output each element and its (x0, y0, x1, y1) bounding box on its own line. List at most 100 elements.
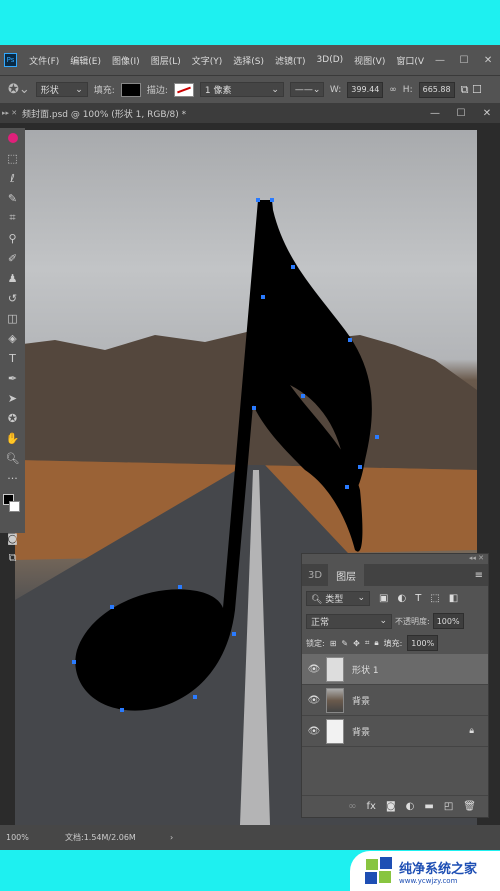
doc-minimize-icon[interactable]: — (422, 108, 448, 119)
filter-smart-icon[interactable]: ◧ (449, 593, 458, 604)
filter-type-icon[interactable]: T (415, 593, 421, 604)
eraser-tool-icon[interactable]: ◫ (0, 308, 25, 328)
quick-select-tool-icon[interactable]: ✎ (0, 188, 25, 208)
lock-move-icon[interactable]: ✥ (353, 639, 360, 648)
path-ops-icon[interactable]: ⧉ ☐ (461, 83, 482, 97)
layer-thumbnail (326, 687, 344, 713)
opacity-label: 不透明度: (395, 616, 430, 626)
doc-close-icon[interactable]: ✕ (474, 108, 500, 119)
move-tool-icon[interactable] (0, 128, 25, 148)
menu-type[interactable]: 文字(Y) (192, 54, 223, 67)
layer-row-shape[interactable]: 👁︎ 形状 1 (302, 654, 488, 685)
lock-transparent-icon[interactable]: ⊞ (330, 639, 337, 648)
menu-layer[interactable]: 图层(L) (151, 54, 181, 67)
fx-icon[interactable]: fx (367, 801, 376, 812)
eyedropper-tool-icon[interactable]: ⚲ (0, 228, 25, 248)
lock-icon: 🔒︎ (469, 726, 474, 736)
filter-adjust-icon[interactable]: ◐ (397, 593, 406, 604)
stroke-label: 描边: (146, 86, 168, 96)
crop-tool-icon[interactable]: ⌗ (0, 208, 25, 228)
layer-name: 背景 (352, 696, 371, 707)
close-icon[interactable]: ✕ (476, 55, 500, 66)
collapse-icon[interactable]: ▸▸ ✕ (0, 109, 22, 117)
brush-tool-icon[interactable]: ✐ (0, 248, 25, 268)
quick-mask-icon[interactable]: ◙ (0, 528, 25, 548)
tab-3d[interactable]: 3D (302, 570, 328, 581)
lock-paint-icon[interactable]: ✎ (341, 639, 348, 648)
zoom-tool-icon[interactable]: 🔍︎ (0, 448, 25, 468)
blend-mode-select[interactable]: 正常 ⌄ (306, 613, 392, 629)
stamp-tool-icon[interactable]: ♟ (0, 268, 25, 288)
eye-icon[interactable]: 👁︎ (302, 695, 326, 706)
layer-name: 形状 1 (352, 665, 379, 676)
menu-image[interactable]: 图像(I) (112, 54, 140, 67)
custom-shape-tool-icon[interactable]: ✪⌄ (8, 82, 30, 97)
color-swatches-icon[interactable] (0, 488, 25, 528)
filter-shape-icon[interactable]: ⬚ (430, 593, 439, 604)
tools-panel: ⬚ ℓ ✎ ⌗ ⚲ ✐ ♟ ↺ ◫ ◈ T ✒ ➤ ✪ ✋ 🔍︎ ··· ◙ ⧉ (0, 128, 25, 564)
hand-tool-icon[interactable]: ✋ (0, 428, 25, 448)
delete-icon[interactable]: 🗑︎ (463, 801, 476, 812)
link-icon[interactable]: ∞ (389, 85, 397, 95)
new-layer-icon[interactable]: ◰ (444, 801, 453, 812)
lasso-tool-icon[interactable]: ℓ (0, 168, 25, 188)
opacity-input[interactable]: 100% (432, 613, 464, 629)
pen-tool-icon[interactable]: ✒ (0, 368, 25, 388)
height-input[interactable]: 665.88 (418, 81, 455, 98)
gradient-tool-icon[interactable]: ◈ (0, 328, 25, 348)
minimize-icon[interactable]: — (428, 55, 452, 66)
menu-view[interactable]: 视图(V) (354, 54, 385, 67)
filter-pixel-icon[interactable]: ▣ (379, 593, 388, 604)
marquee-tool-icon[interactable]: ⬚ (0, 148, 25, 168)
layers-panel: ◂◂ ✕ 3D 图层 ≡ 🔍︎ 类型 ⌄ ▣ ◐ T ⬚ ◧ 正常 ⌄ 不透明度: 100%… (301, 553, 489, 818)
type-tool-icon[interactable]: T (0, 348, 25, 368)
layer-row-background[interactable]: 👁︎ 背景 🔒︎ (302, 716, 488, 747)
menu-3d[interactable]: 3D(D) (317, 55, 344, 65)
doc-maximize-icon[interactable]: ☐ (448, 108, 474, 119)
status-bar: 100% 文档:1.54M/2.06M › (0, 825, 500, 850)
menu-filter[interactable]: 滤镜(T) (275, 54, 306, 67)
layer-row-photo[interactable]: 👁︎ 背景 (302, 685, 488, 716)
menu-window[interactable]: 窗口(V (396, 54, 424, 67)
watermark-logo-icon (365, 857, 392, 884)
stroke-type-select[interactable]: —— ⌄ (289, 82, 324, 97)
lock-all-icon[interactable]: 🔒︎ (374, 638, 378, 648)
eye-icon[interactable]: 👁︎ (302, 726, 326, 737)
document-tab-bar: ▸▸ ✕ 频封面.psd @ 100% (形状 1, RGB/8) * — ☐ … (0, 103, 500, 123)
fill-label-panel: 填充: (383, 638, 403, 648)
watermark-name: 纯净系统之家 (399, 861, 478, 877)
eye-icon[interactable]: 👁︎ (302, 664, 326, 675)
fill-input[interactable]: 100% (407, 635, 439, 651)
mode-select[interactable]: 形状 ⌄ (35, 82, 88, 97)
history-brush-tool-icon[interactable]: ↺ (0, 288, 25, 308)
layer-name: 背景 (352, 727, 371, 738)
lock-artboard-icon[interactable]: ⌗ (365, 638, 370, 648)
menu-edit[interactable]: 编辑(E) (70, 54, 101, 67)
zoom-level[interactable]: 100% (0, 833, 65, 842)
fill-label: 填充: (93, 86, 115, 96)
menu-file[interactable]: 文件(F) (29, 54, 59, 67)
link-layers-icon[interactable]: ∞ (348, 801, 356, 812)
width-label: W: (329, 84, 342, 95)
panel-menu-icon[interactable]: ≡ (475, 570, 488, 581)
tab-layers[interactable]: 图层 (328, 562, 365, 588)
adjustment-icon[interactable]: ◐ (406, 801, 415, 812)
mask-icon[interactable]: ◙ (386, 801, 396, 812)
status-arrow-icon[interactable]: › (170, 833, 173, 842)
lock-label: 锁定: (306, 638, 325, 648)
path-select-tool-icon[interactable]: ➤ (0, 388, 25, 408)
stroke-width-select[interactable]: 1 像素 ⌄ (199, 82, 284, 97)
more-tools-icon[interactable]: ··· (0, 468, 25, 488)
maximize-icon[interactable]: ☐ (452, 55, 476, 66)
fill-swatch[interactable] (120, 82, 141, 97)
shape-tool-icon[interactable]: ✪ (0, 408, 25, 428)
screen-mode-icon[interactable]: ⧉ (0, 548, 25, 568)
layer-filter-select[interactable]: 🔍︎ 类型 ⌄ (306, 590, 370, 606)
group-icon[interactable]: ▬ (424, 801, 433, 812)
menu-select[interactable]: 选择(S) (233, 54, 264, 67)
photoshop-logo: Ps (4, 53, 18, 67)
width-input[interactable]: 399.44 (347, 81, 384, 98)
stroke-swatch[interactable] (173, 82, 194, 97)
document-tab[interactable]: 频封面.psd @ 100% (形状 1, RGB/8) * (22, 107, 422, 120)
document-size: 文档:1.54M/2.06M (65, 833, 136, 842)
